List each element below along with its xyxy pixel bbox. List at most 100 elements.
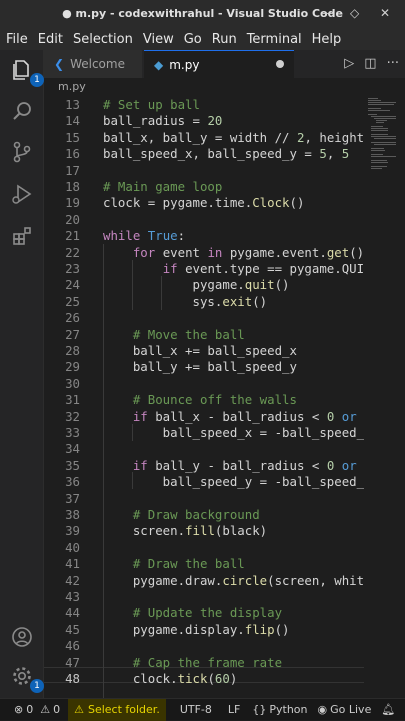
- code-line[interactable]: 23 if event.type == pygame.QUIT: [44, 261, 364, 277]
- menu-run[interactable]: Run: [206, 32, 241, 47]
- line-number: 13: [65, 97, 80, 112]
- minimap-line: [370, 166, 387, 167]
- line-number: 17: [65, 162, 80, 178]
- run-file-icon[interactable]: ▷: [344, 56, 354, 71]
- menu-go[interactable]: Go: [178, 32, 206, 47]
- go-live-button[interactable]: ◉ Go Live: [318, 703, 372, 716]
- minimap-line: [370, 148, 385, 149]
- notifications-button[interactable]: 🔔︎: [381, 703, 395, 716]
- code-line[interactable]: 43: [44, 589, 364, 605]
- breadcrumb-file[interactable]: m.py: [58, 80, 86, 93]
- menu-help[interactable]: Help: [306, 32, 346, 47]
- activity-bar: 1 1: [0, 50, 44, 698]
- python-icon: ◆: [154, 58, 164, 72]
- code-line[interactable]: 17: [44, 163, 364, 179]
- more-actions-icon[interactable]: ···: [387, 56, 399, 71]
- source-control-button[interactable]: [8, 138, 36, 166]
- code-line[interactable]: 25 sys.exit(): [44, 294, 364, 310]
- code-line[interactable]: 32 if ball_x - ball_radius < 0 or b: [44, 409, 364, 425]
- code-line[interactable]: 26: [44, 310, 364, 326]
- code-line[interactable]: 48 clock.tick(60): [44, 671, 364, 687]
- minimap-line: [370, 162, 388, 163]
- code-editor[interactable]: 13 # Set up ball 14 ball_radius = 20 15 ball_…: [44, 96, 364, 698]
- code-line[interactable]: 18 # Main game loop: [44, 179, 364, 195]
- menu-view[interactable]: View: [137, 32, 178, 47]
- editor-tabs: ❮ Welcome ◆ m.py ▷ ◫ ···: [44, 50, 405, 79]
- code-line[interactable]: 27 # Move the ball: [44, 327, 364, 343]
- code-line[interactable]: 28 ball_x += ball_speed_x: [44, 343, 364, 359]
- menu-file[interactable]: File: [0, 32, 32, 47]
- code-text: # Move the ball: [132, 326, 245, 342]
- eol-selector[interactable]: LF: [228, 703, 240, 716]
- code-line[interactable]: 22 for event in pygame.event.get():: [44, 245, 364, 261]
- line-number: 24: [65, 277, 80, 293]
- code-line[interactable]: 15 ball_x, ball_y = width // 2, height: [44, 130, 364, 146]
- menu-terminal[interactable]: Terminal: [241, 32, 306, 47]
- code-line[interactable]: 46: [44, 638, 364, 654]
- line-number: 34: [65, 441, 80, 457]
- code-text: pygame.draw.circle(screen, white: [103, 572, 364, 588]
- code-text: pygame.quit(): [103, 277, 290, 293]
- run-debug-button[interactable]: [8, 180, 36, 208]
- line-number: 23: [65, 261, 80, 276]
- menu-selection[interactable]: Selection: [67, 32, 137, 47]
- extensions-button[interactable]: [8, 222, 36, 250]
- maximize-button[interactable]: ◇: [350, 6, 359, 20]
- minimap-line: [368, 104, 395, 105]
- code-line[interactable]: 34: [44, 441, 364, 457]
- code-line[interactable]: 14 ball_radius = 20: [44, 113, 364, 129]
- code-line[interactable]: 41 # Draw the ball: [44, 556, 364, 572]
- code-line[interactable]: 36 ball_speed_y = -ball_speed_y: [44, 474, 364, 490]
- breadcrumb[interactable]: m.py: [44, 78, 405, 96]
- code-text: # Draw the ball: [132, 556, 245, 572]
- code-line[interactable]: 31 # Bounce off the walls: [44, 392, 364, 408]
- code-line[interactable]: 16 ball_speed_x, ball_speed_y = 5, 5: [44, 146, 364, 162]
- code-line[interactable]: 35 if ball_y - ball_radius < 0 or b: [44, 458, 364, 474]
- title-bar: ● m.py - codexwithrahul - Visual Studio …: [0, 0, 405, 28]
- code-line[interactable]: 47 # Cap the frame rate: [44, 655, 364, 671]
- minimize-button[interactable]: —: [322, 6, 334, 20]
- code-line[interactable]: 19 clock = pygame.time.Clock(): [44, 195, 364, 211]
- menu-edit[interactable]: Edit: [32, 32, 67, 47]
- explorer-badge: 1: [30, 73, 44, 87]
- braces-icon: {}: [252, 703, 267, 716]
- tab-m-py[interactable]: ◆ m.py: [144, 50, 294, 79]
- code-line[interactable]: 13 # Set up ball: [44, 97, 364, 113]
- search-button[interactable]: [8, 97, 36, 125]
- warning-triangle-icon: ⚠: [74, 703, 84, 716]
- encoding-selector[interactable]: UTF-8: [180, 703, 212, 716]
- code-line[interactable]: 42 pygame.draw.circle(screen, white: [44, 573, 364, 589]
- minimap-line: [368, 110, 390, 111]
- code-line[interactable]: 38 # Draw background: [44, 507, 364, 523]
- split-editor-icon[interactable]: ◫: [364, 56, 376, 71]
- code-line[interactable]: 45 pygame.display.flip(): [44, 622, 364, 638]
- line-number: 37: [65, 490, 80, 506]
- line-number: 26: [65, 310, 80, 326]
- unsaved-dot-icon[interactable]: [276, 60, 284, 68]
- code-line[interactable]: 44 # Update the display: [44, 605, 364, 621]
- code-line[interactable]: 20: [44, 212, 364, 228]
- code-line[interactable]: 37: [44, 491, 364, 507]
- code-line[interactable]: 21 while True:: [44, 228, 364, 244]
- code-line[interactable]: 33 ball_speed_x = -ball_speed_x: [44, 425, 364, 441]
- code-line[interactable]: 24 pygame.quit(): [44, 277, 364, 293]
- code-line[interactable]: 29 ball_y += ball_speed_y: [44, 359, 364, 375]
- explorer-button[interactable]: 1: [8, 56, 44, 87]
- code-line[interactable]: 30: [44, 376, 364, 392]
- accounts-button[interactable]: [8, 623, 36, 651]
- problems-indicator[interactable]: ⊗ 0 ⚠ 0: [14, 703, 60, 716]
- minimap[interactable]: [364, 96, 405, 698]
- close-window-button[interactable]: ✕: [380, 6, 390, 20]
- line-number: 18: [65, 179, 80, 194]
- select-folder-button[interactable]: ⚠ Select folder.: [68, 698, 166, 721]
- encoding-label: UTF-8: [179, 703, 212, 716]
- code-text: if ball_y - ball_radius < 0 or b: [132, 457, 357, 473]
- tab-welcome[interactable]: ❮ Welcome: [44, 50, 142, 78]
- line-number: 44: [65, 605, 80, 621]
- language-selector[interactable]: {} Python: [252, 703, 307, 716]
- code-line[interactable]: 40: [44, 540, 364, 556]
- manage-button[interactable]: 1: [8, 662, 44, 693]
- line-number: 36: [65, 474, 80, 490]
- line-number: 35: [65, 457, 80, 473]
- code-line[interactable]: 39 screen.fill(black): [44, 523, 364, 539]
